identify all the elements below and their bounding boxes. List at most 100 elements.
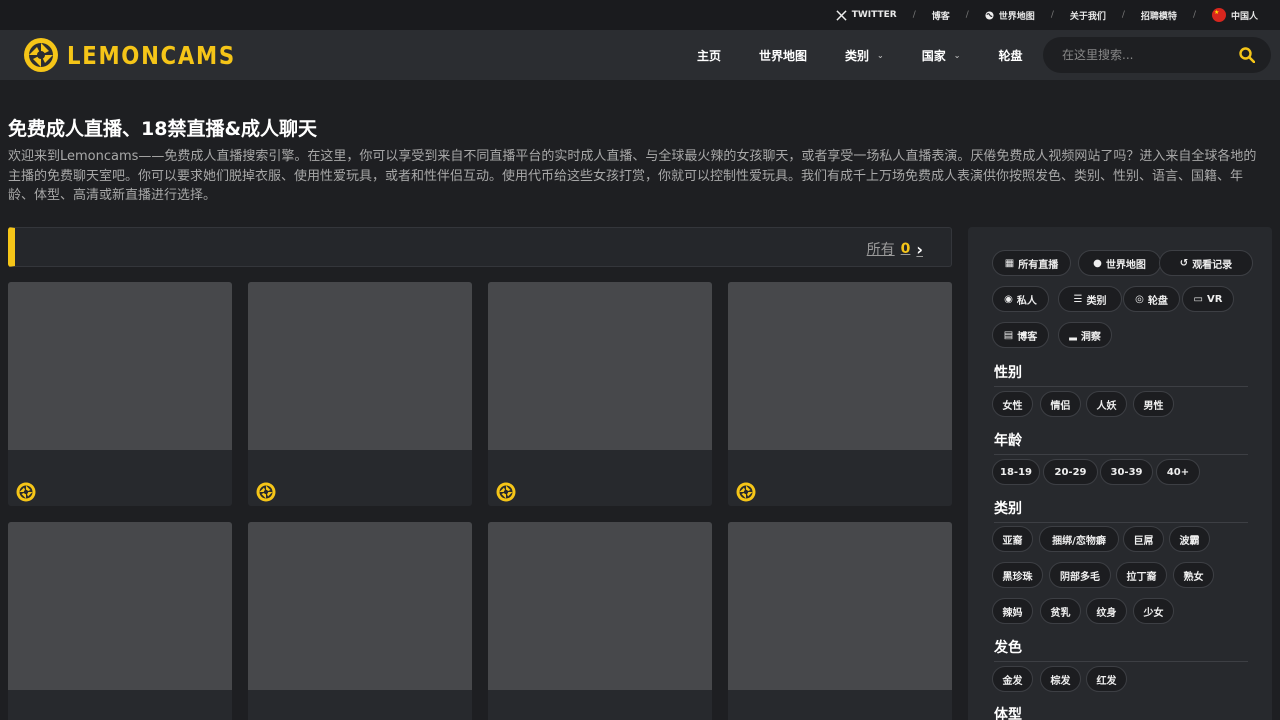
chevron-right-icon: ›	[916, 239, 923, 259]
section-hair: 发色	[994, 637, 1248, 662]
hair-redhead[interactable]: 红发	[1086, 666, 1127, 692]
nav-countries[interactable]: 国家 ⌄	[922, 47, 961, 64]
language-label: 中国人	[1230, 11, 1258, 22]
worldmap-label: 世界地图	[998, 11, 1035, 22]
category-hairy[interactable]: 阴部多毛	[1049, 562, 1111, 588]
quick-private[interactable]: ◉ 私人	[992, 286, 1049, 312]
cam-card[interactable]	[728, 282, 952, 506]
quick-worldmap[interactable]: ● 世界地图	[1078, 250, 1161, 276]
category-mature[interactable]: 熟女	[1173, 562, 1214, 588]
category-asian[interactable]: 亚裔	[992, 526, 1033, 552]
quick-blog[interactable]: ▤ 博客	[992, 322, 1049, 348]
chevron-down-icon: ⌄	[953, 50, 961, 60]
cam-thumbnail[interactable]	[728, 522, 952, 690]
lemon-aperture-icon	[256, 482, 276, 502]
top-links: TWITTER / 博客 / 世界地图 / 关于我们 / 招聘模特 / 中国人	[836, 0, 1258, 30]
all-label: 所有	[866, 242, 895, 258]
category-milf[interactable]: 辣妈	[992, 598, 1033, 624]
target-icon: ◎	[1135, 293, 1144, 305]
category-latina[interactable]: 拉丁裔	[1116, 562, 1167, 588]
cam-card[interactable]	[728, 522, 952, 720]
gender-trans[interactable]: 人妖	[1086, 391, 1127, 417]
age-18-19[interactable]: 18-19	[992, 459, 1040, 485]
all-link[interactable]: 所有 0 ›	[867, 239, 923, 259]
divider: /	[1192, 10, 1196, 20]
divider: /	[1121, 10, 1125, 20]
cam-thumbnail[interactable]	[248, 282, 472, 450]
category-tattoo[interactable]: 纹身	[1086, 598, 1127, 624]
divider: /	[912, 10, 916, 20]
cam-card[interactable]	[488, 282, 712, 506]
twitter-label: TWITTER	[851, 10, 897, 20]
age-40-plus[interactable]: 40+	[1156, 459, 1200, 485]
category-bigcock[interactable]: 巨屌	[1123, 526, 1164, 552]
nav-worldmap[interactable]: 世界地图	[759, 47, 807, 64]
site-logo[interactable]: LEMONCAMS	[23, 37, 266, 73]
nav-categories[interactable]: 类别 ⌄	[845, 47, 884, 64]
nav-categories-label: 类别	[845, 48, 870, 63]
gender-female[interactable]: 女性	[992, 391, 1033, 417]
nav-roulette[interactable]: 轮盘	[998, 47, 1022, 64]
quick-all-streams[interactable]: ▦ 所有直播	[992, 250, 1071, 276]
cam-thumbnail[interactable]	[248, 522, 472, 690]
section-body: 体型	[994, 704, 1248, 720]
gender-couple[interactable]: 情侣	[1040, 391, 1081, 417]
all-count: 0	[900, 241, 911, 257]
lemon-aperture-icon	[16, 482, 36, 502]
china-flag-icon	[1211, 8, 1226, 22]
gender-male[interactable]: 男性	[1133, 391, 1174, 417]
top-bar: TWITTER / 博客 / 世界地图 / 关于我们 / 招聘模特 / 中国人	[0, 0, 1280, 30]
blog-link[interactable]: 博客	[932, 9, 950, 22]
cam-card[interactable]	[8, 522, 232, 720]
age-20-29[interactable]: 20-29	[1043, 459, 1098, 485]
twitter-link[interactable]: TWITTER	[836, 9, 897, 21]
main-nav: LEMONCAMS 主页 世界地图 类别 ⌄ 国家 ⌄ 轮盘	[0, 30, 1280, 80]
cam-thumbnail[interactable]	[8, 522, 232, 690]
cam-thumbnail[interactable]	[8, 282, 232, 450]
quick-vr[interactable]: ▭ VR	[1182, 286, 1234, 312]
cam-card[interactable]	[248, 522, 472, 720]
lemon-aperture-icon	[24, 38, 58, 72]
nav-home[interactable]: 主页	[697, 47, 721, 64]
category-ebony[interactable]: 黑珍珠	[992, 562, 1043, 588]
quick-categories[interactable]: ☰ 类别	[1058, 286, 1122, 312]
quick-roulette[interactable]: ◎ 轮盘	[1123, 286, 1180, 312]
category-bigtits[interactable]: 波霸	[1169, 526, 1210, 552]
age-30-39[interactable]: 30-39	[1100, 459, 1153, 485]
cam-card[interactable]	[248, 282, 472, 506]
quick-insights[interactable]: ▂ 洞察	[1058, 322, 1112, 348]
worldmap-link[interactable]: 世界地图	[985, 9, 1035, 22]
divider: /	[1050, 10, 1054, 20]
bar-chart-icon: ▂	[1069, 329, 1077, 341]
cam-thumbnail[interactable]	[488, 282, 712, 450]
language-selector[interactable]: 中国人	[1211, 8, 1258, 22]
section-category: 类别	[994, 498, 1248, 523]
cam-thumbnail[interactable]	[728, 282, 952, 450]
page-title: 免费成人直播、18禁直播&成人聊天	[8, 118, 318, 140]
category-smalltits[interactable]: 贫乳	[1040, 598, 1081, 624]
category-teen[interactable]: 少女	[1133, 598, 1174, 624]
nav-countries-label: 国家	[921, 48, 946, 63]
x-logo-icon	[836, 9, 847, 21]
category-bdsm[interactable]: 捆绑/恋物癖	[1039, 526, 1119, 552]
cam-thumbnail[interactable]	[488, 522, 712, 690]
nav-menu: 主页 世界地图 类别 ⌄ 国家 ⌄ 轮盘	[697, 30, 1060, 80]
document-icon: ▤	[1003, 329, 1014, 341]
divider: /	[965, 10, 969, 20]
search-icon[interactable]	[1239, 47, 1255, 63]
quick-history[interactable]: ↺ 观看记录	[1159, 250, 1253, 276]
hair-brunette[interactable]: 棕发	[1040, 666, 1081, 692]
hair-blonde[interactable]: 金发	[992, 666, 1033, 692]
cam-card[interactable]	[8, 282, 232, 506]
about-link[interactable]: 关于我们	[1070, 9, 1106, 22]
search-box	[1043, 37, 1271, 73]
lemon-aperture-icon	[496, 482, 516, 502]
recruit-link[interactable]: 招聘模特	[1141, 9, 1177, 22]
cam-card[interactable]	[488, 522, 712, 720]
search-input[interactable]	[1062, 37, 1232, 73]
history-icon: ↺	[1179, 257, 1189, 269]
chevron-down-icon: ⌄	[877, 50, 884, 60]
section-gender: 性别	[994, 362, 1248, 387]
globe-icon: ●	[1093, 257, 1102, 269]
user-icon: ◉	[1004, 293, 1013, 305]
